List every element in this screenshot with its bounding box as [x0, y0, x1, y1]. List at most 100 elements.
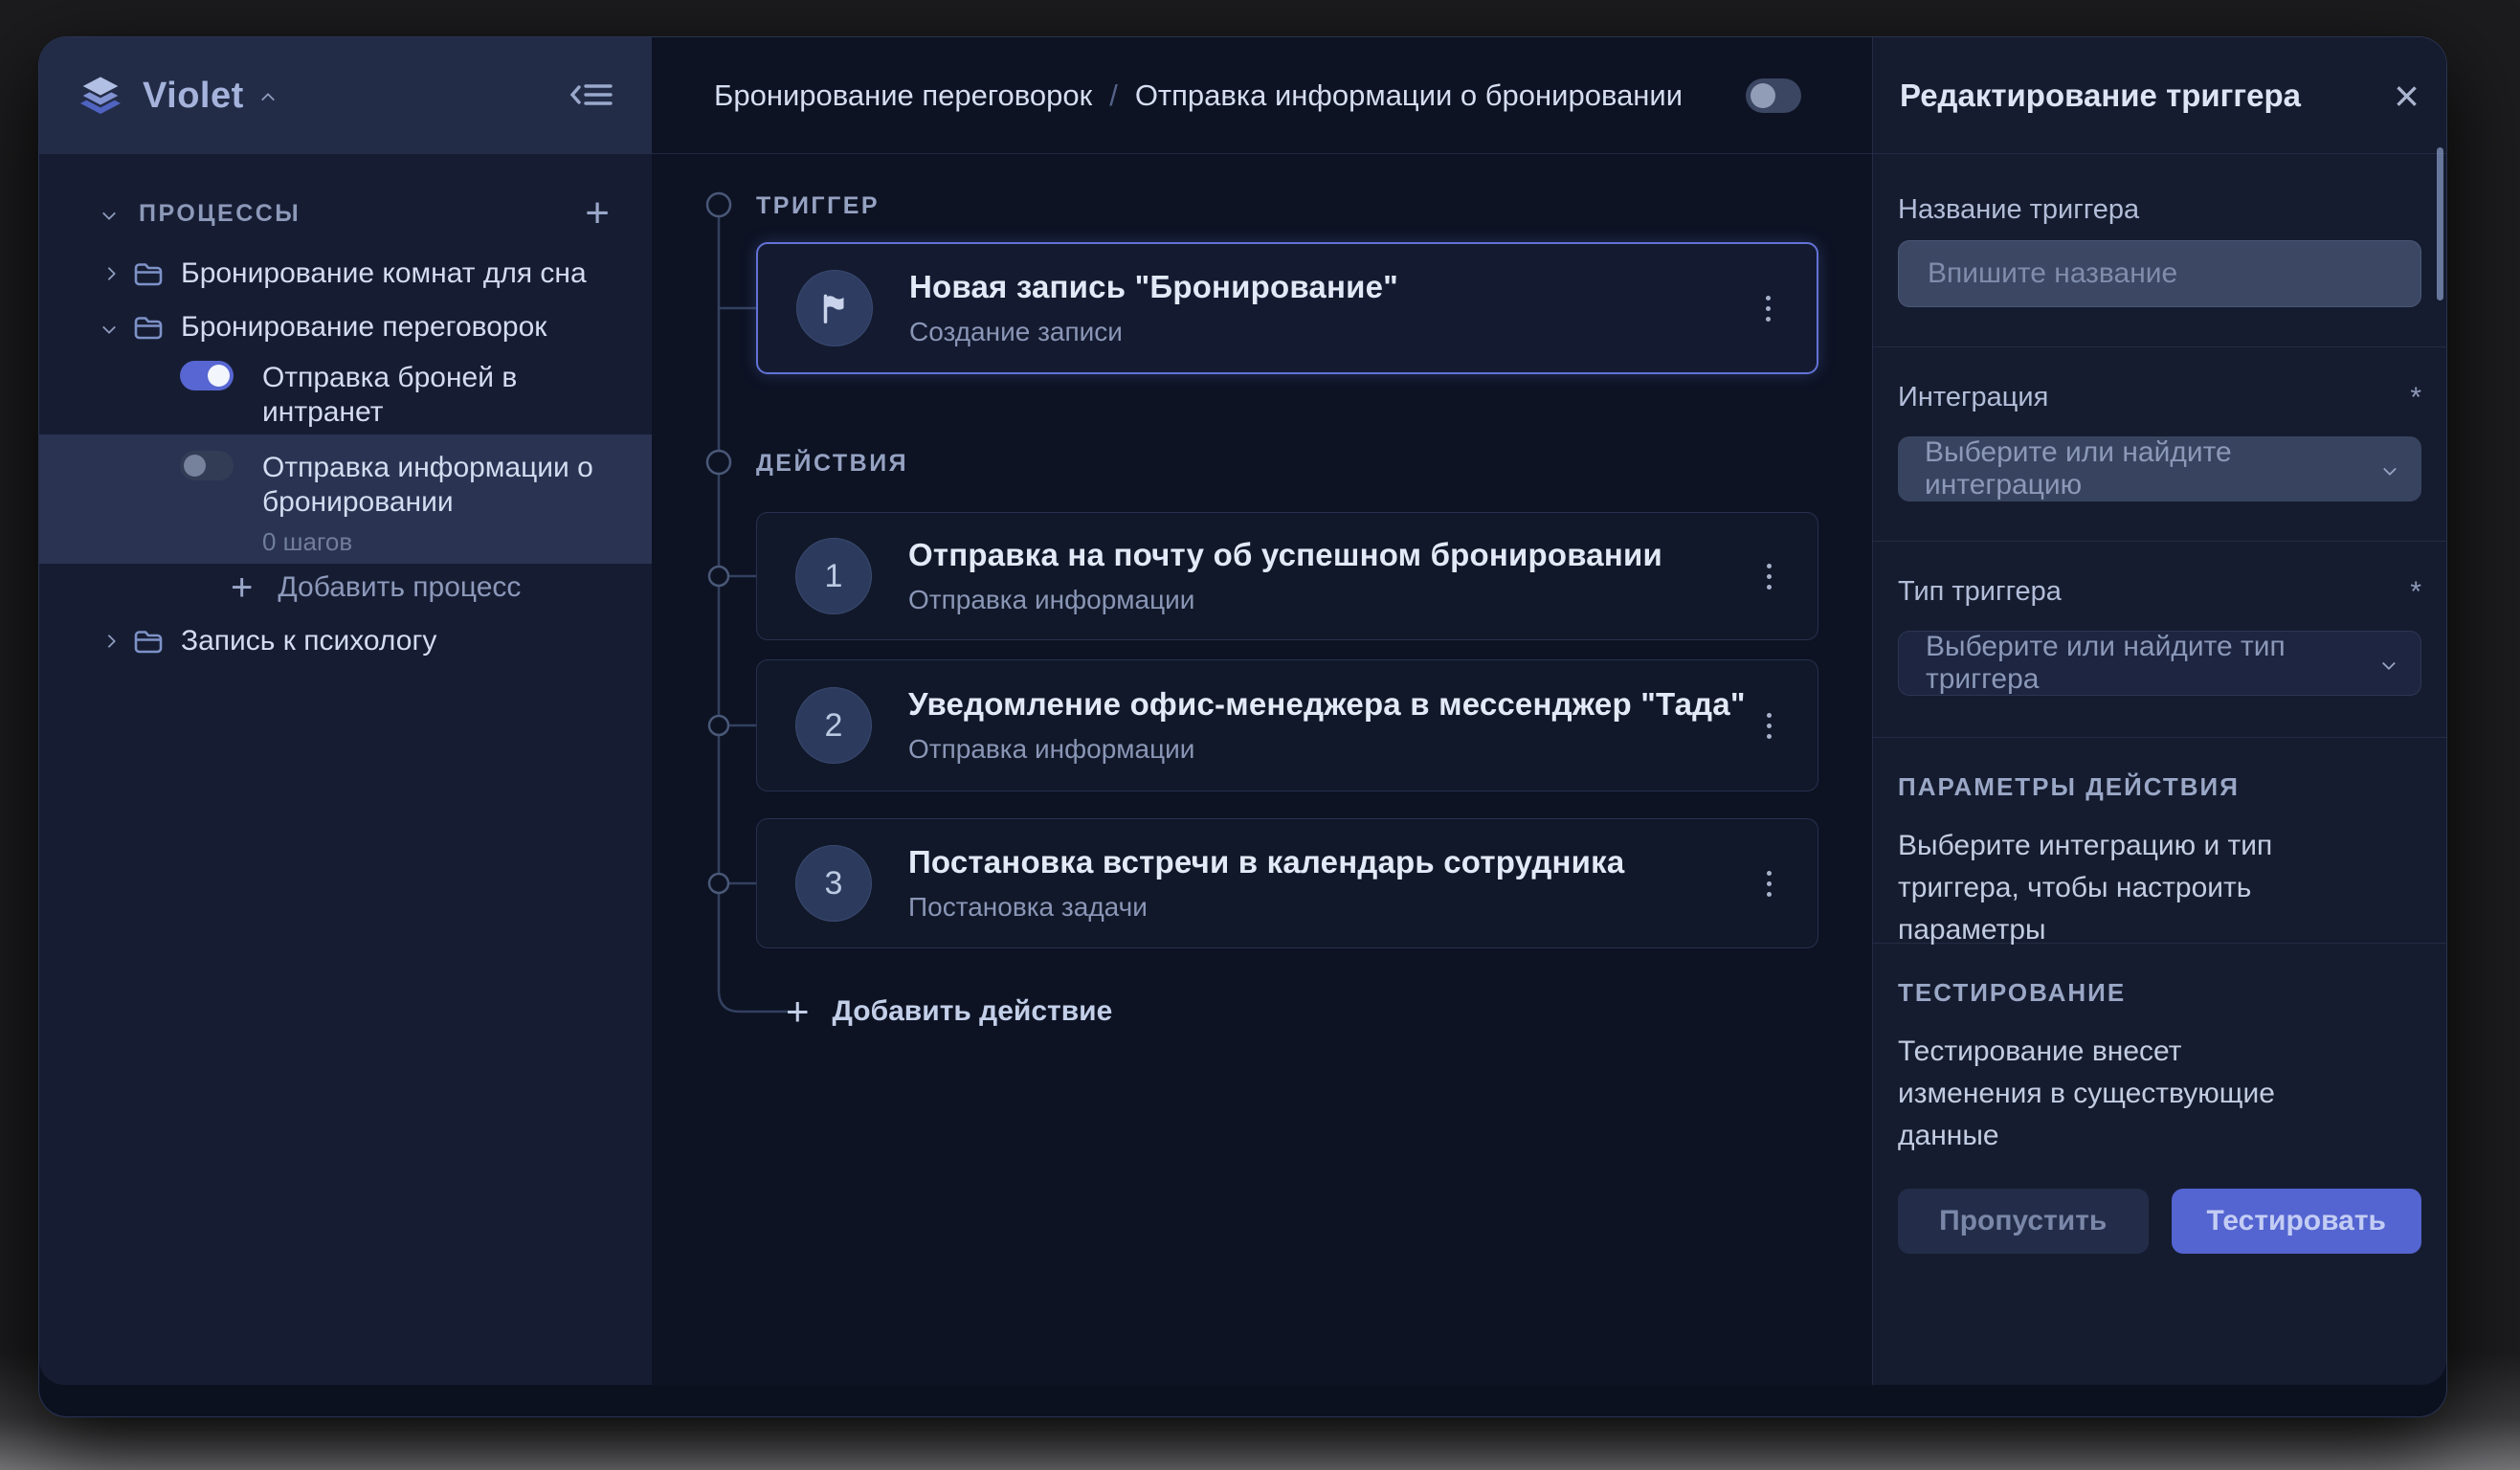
processes-section-header[interactable]: ПРОЦЕССЫ + — [39, 190, 652, 236]
testing-header: ТЕСТИРОВАНИЕ — [1898, 978, 2421, 1008]
process-toggle-on[interactable] — [180, 361, 234, 390]
close-icon[interactable]: × — [2394, 74, 2420, 118]
toggle-knob — [1751, 83, 1775, 108]
required-asterisk: * — [2410, 576, 2421, 609]
trigger-title: Новая запись "Бронирование" — [909, 269, 1398, 305]
trigger-name-input[interactable] — [1898, 240, 2421, 307]
chevron-down-icon — [2383, 462, 2397, 476]
testing-buttons: Пропустить Тестировать — [1898, 1189, 2421, 1254]
workflow-canvas: Бронирование переговорок / Отправка инфо… — [652, 37, 1872, 1385]
canvas-header: Бронирование переговорок / Отправка инфо… — [652, 37, 1872, 154]
action-params-section: ПАРАМЕТРЫ ДЕЙСТВИЯ Выберите интеграцию и… — [1873, 738, 2446, 944]
breadcrumb-parent[interactable]: Бронирование переговорок — [714, 78, 1092, 113]
test-button[interactable]: Тестировать — [2172, 1189, 2422, 1254]
trigger-name-section: Название триггера — [1873, 154, 2446, 347]
folder-label: Запись к психологу — [181, 625, 436, 657]
process-title: Отправка информации о бронировании — [262, 451, 607, 520]
toggle-knob — [184, 455, 206, 477]
sidebar-folder-sleep-rooms[interactable]: Бронирование комнат для сна — [39, 251, 652, 297]
kebab-menu-icon[interactable] — [1756, 286, 1780, 331]
sidebar-tree: ПРОЦЕССЫ + Бронирование комнат для сна Б — [39, 154, 652, 1385]
trigger-edit-panel: Редактирование триггера × Название тригг… — [1872, 37, 2446, 1385]
kebab-menu-icon[interactable] — [1757, 554, 1781, 599]
sidebar-process-booking-info-selected[interactable]: Отправка информации о бронировании 0 шаг… — [39, 434, 652, 564]
action-title: Уведомление офис-менеджера в мессенджер … — [908, 686, 1746, 723]
panel-title: Редактирование триггера — [1900, 78, 2301, 114]
folder-label: Бронирование переговорок — [181, 311, 546, 344]
actions-section-label: ДЕЙСТВИЯ — [756, 450, 908, 478]
trigger-type-label-row: Тип триггера * — [1898, 576, 2421, 609]
add-action-button[interactable]: + Добавить действие — [786, 985, 1112, 1038]
process-text: Отправка информации о бронировании 0 шаг… — [262, 451, 607, 557]
action-card-text: Отправка на почту об успешном бронирован… — [908, 537, 1662, 615]
plus-icon: + — [231, 568, 253, 607]
sidebar-folder-meeting-rooms[interactable]: Бронирование переговорок — [39, 304, 652, 350]
panel-scrollbar-thumb[interactable] — [2437, 147, 2443, 301]
action-params-text: Выберите интеграцию и тип триггера, чтоб… — [1898, 825, 2357, 951]
plus-icon: + — [786, 991, 810, 1032]
action-title: Отправка на почту об успешном бронирован… — [908, 537, 1662, 573]
required-asterisk: * — [2410, 382, 2421, 414]
integration-label-row: Интеграция * — [1898, 382, 2421, 414]
folder-label: Бронирование комнат для сна — [181, 257, 587, 290]
action-card-3[interactable]: 3 Постановка встречи в календарь сотрудн… — [756, 818, 1818, 948]
integration-select[interactable]: Выберите или найдите интеграцию — [1898, 436, 2421, 501]
trigger-name-label: Название триггера — [1898, 194, 2421, 227]
action-subtitle: Постановка задачи — [908, 892, 1624, 923]
chevron-right-icon[interactable] — [102, 267, 116, 280]
sidebar-folder-psychologist[interactable]: Запись к психологу — [39, 618, 652, 664]
breadcrumb-separator: / — [1109, 78, 1118, 113]
trigger-section-label: ТРИГГЕР — [756, 192, 880, 220]
toggle-knob — [208, 365, 230, 387]
process-title: Отправка броней в интранет — [262, 361, 607, 430]
process-toggle-off[interactable] — [180, 451, 234, 480]
action-card-text: Уведомление офис-менеджера в мессенджер … — [908, 686, 1746, 765]
integration-select-placeholder: Выберите или найдите интеграцию — [1925, 436, 2385, 501]
action-card-1[interactable]: 1 Отправка на почту об успешном брониров… — [756, 512, 1818, 640]
integration-label: Интеграция — [1898, 382, 2048, 413]
chevron-right-icon[interactable] — [102, 635, 116, 648]
action-number-badge: 2 — [795, 687, 872, 764]
violet-logo-icon — [78, 74, 123, 118]
brand-chevron-up-icon[interactable] — [261, 93, 275, 106]
integration-section: Интеграция * Выберите или найдите интегр… — [1873, 347, 2446, 542]
kebab-menu-icon[interactable] — [1757, 703, 1781, 748]
folder-icon — [133, 628, 164, 655]
panel-header: Редактирование триггера × — [1873, 37, 2446, 154]
trigger-type-select-placeholder: Выберите или найдите тип триггера — [1926, 631, 2384, 696]
trigger-type-section: Тип триггера * Выберите или найдите тип … — [1873, 542, 2446, 738]
folder-open-icon — [133, 314, 164, 341]
action-title: Постановка встречи в календарь сотрудник… — [908, 844, 1624, 880]
add-process-button[interactable]: + Добавить процесс — [39, 567, 652, 609]
flag-icon — [816, 290, 853, 326]
action-params-header: ПАРАМЕТРЫ ДЕЙСТВИЯ — [1898, 772, 2421, 802]
app-window: Violet ПРОЦЕССЫ + — [38, 36, 2447, 1417]
action-number: 2 — [825, 707, 843, 745]
testing-text: Тестирование внесет изменения в существу… — [1898, 1031, 2319, 1157]
trigger-type-label: Тип триггера — [1898, 576, 2062, 608]
folder-icon — [133, 260, 164, 287]
trigger-card-text: Новая запись "Бронирование" Создание зап… — [909, 269, 1398, 347]
processes-section-label: ПРОЦЕССЫ — [139, 200, 301, 228]
action-card-2[interactable]: 2 Уведомление офис-менеджера в мессендже… — [756, 659, 1818, 791]
process-enabled-toggle[interactable] — [1746, 78, 1801, 113]
trigger-badge — [796, 270, 873, 346]
chevron-down-icon[interactable] — [102, 321, 116, 334]
sidebar: Violet ПРОЦЕССЫ + — [39, 37, 652, 1385]
action-subtitle: Отправка информации — [908, 585, 1662, 615]
process-steps: 0 шагов — [262, 527, 607, 557]
add-process-label: Добавить процесс — [278, 571, 521, 604]
add-process-plus-icon[interactable]: + — [585, 192, 610, 234]
sidebar-collapse-icon[interactable] — [569, 79, 613, 112]
action-card-text: Постановка встречи в календарь сотрудник… — [908, 844, 1624, 923]
breadcrumb-current: Отправка информации о бронировании — [1135, 78, 1683, 113]
skip-button[interactable]: Пропустить — [1898, 1189, 2149, 1254]
trigger-card[interactable]: Новая запись "Бронирование" Создание зап… — [756, 242, 1818, 374]
sidebar-header: Violet — [39, 37, 652, 154]
action-number: 1 — [825, 558, 843, 595]
workflow-area: ТРИГГЕР Новая запись "Бронирование" Созд… — [652, 154, 1872, 1385]
trigger-type-select[interactable]: Выберите или найдите тип триггера — [1898, 631, 2421, 696]
kebab-menu-icon[interactable] — [1757, 861, 1781, 906]
trigger-subtitle: Создание записи — [909, 317, 1398, 347]
chevron-down-icon[interactable] — [102, 207, 116, 220]
